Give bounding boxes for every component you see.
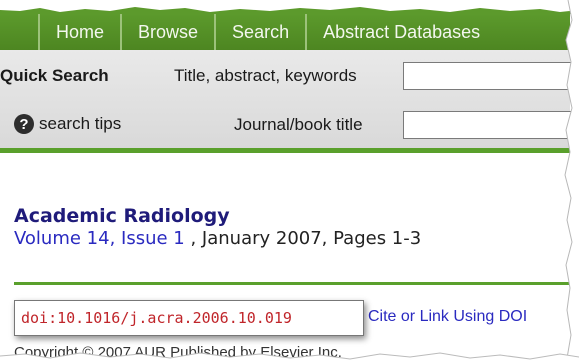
doi-tooltip: doi:10.1016/j.acra.2006.10.019 xyxy=(14,300,364,336)
torn-edge-top xyxy=(0,0,579,14)
cite-or-link-doi-link[interactable]: Cite or Link Using DOI xyxy=(368,308,527,326)
journal-book-title-input[interactable] xyxy=(403,111,578,139)
title-abstract-keywords-label: Title, abstract, keywords xyxy=(174,66,357,85)
nav-home[interactable]: Home xyxy=(38,14,120,50)
search-tips-label: search tips xyxy=(39,114,122,133)
torn-edge-bottom xyxy=(0,348,579,364)
volume-line: Volume 14, Issue 1 , January 2007, Pages… xyxy=(14,228,421,249)
nav-abstract-databases[interactable]: Abstract Databases xyxy=(305,14,496,50)
content-divider xyxy=(14,282,570,285)
screenshot-frame: Home Browse Search Abstract Databases Qu… xyxy=(0,0,579,364)
nav-search[interactable]: Search xyxy=(214,14,305,50)
title-abstract-keywords-input[interactable] xyxy=(403,62,578,90)
volume-issue-link[interactable]: Volume 14, Issue 1 xyxy=(14,228,185,249)
torn-edge-right xyxy=(560,0,579,364)
top-nav-bar: Home Browse Search Abstract Databases xyxy=(0,14,570,50)
quick-search-label: Quick Search xyxy=(0,66,109,85)
doi-text: doi:10.1016/j.acra.2006.10.019 xyxy=(21,309,292,327)
date-pages-text: , January 2007, Pages 1-3 xyxy=(184,228,422,249)
journal-book-title-label: Journal/book title xyxy=(234,115,363,134)
nav-browse[interactable]: Browse xyxy=(120,14,214,50)
question-circle-icon: ? xyxy=(14,114,34,134)
search-tips-link[interactable]: ? search tips xyxy=(14,114,121,134)
journal-title-link[interactable]: Academic Radiology xyxy=(14,205,230,227)
search-panel-divider xyxy=(0,148,570,153)
quick-search-panel: Quick Search Title, abstract, keywords ?… xyxy=(0,50,578,148)
